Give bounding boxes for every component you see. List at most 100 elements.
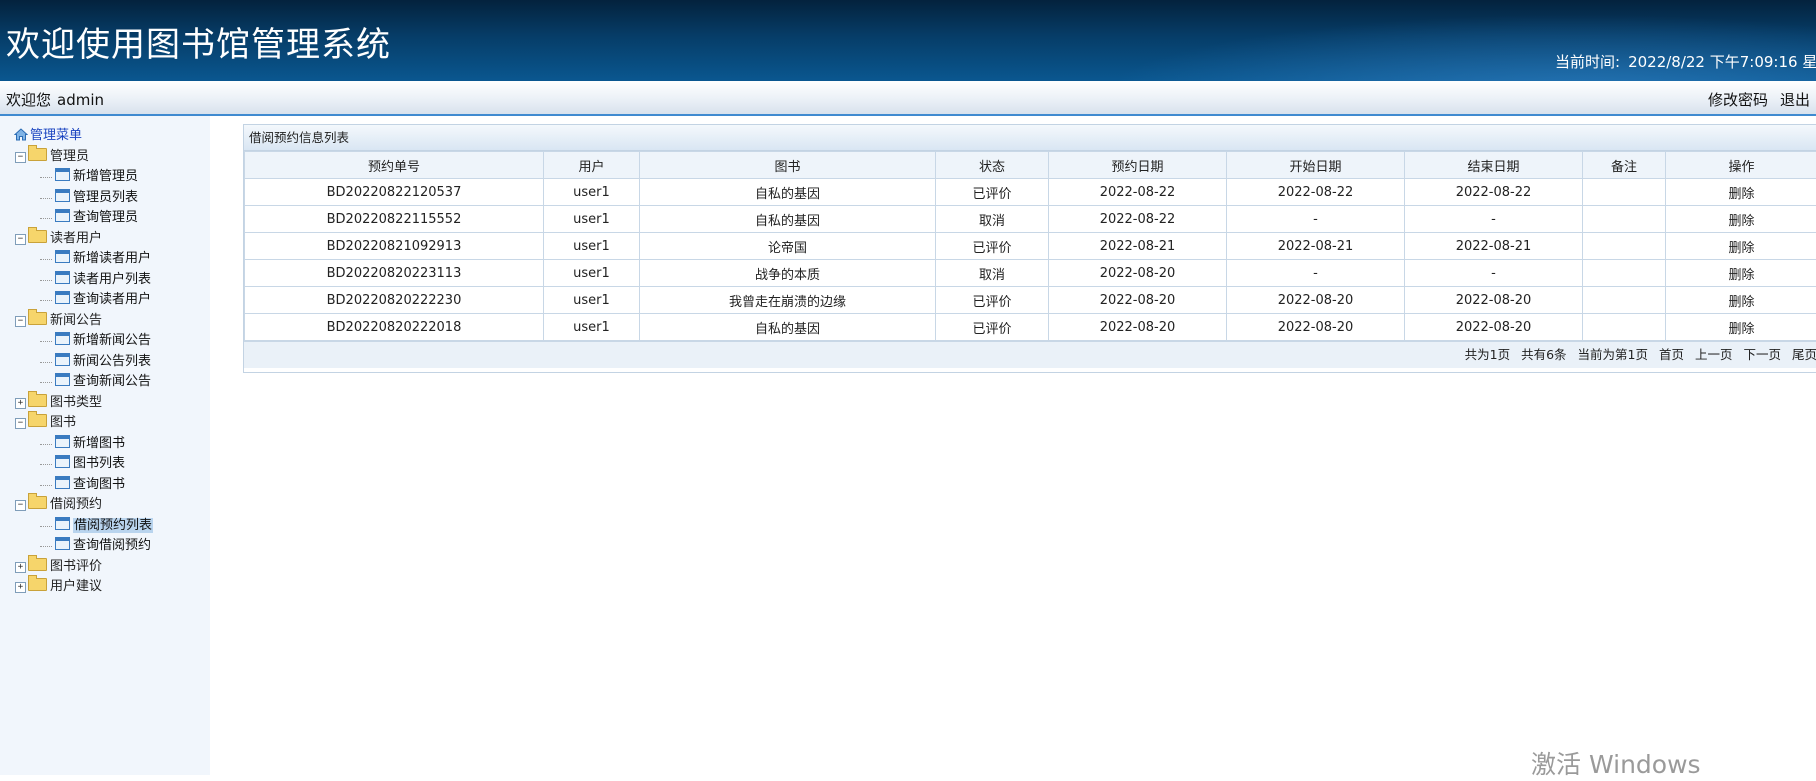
menu-item[interactable]: 新增新闻公告 [0, 331, 210, 352]
table-row: BD20220820222230user1我曾走在崩溃的边缘已评价2022-08… [245, 287, 1816, 314]
delete-link[interactable]: 删除 [1728, 322, 1754, 337]
menu-item[interactable]: 查询管理员 [0, 208, 210, 229]
menu-item[interactable]: 新闻公告列表 [0, 352, 210, 373]
expand-icon[interactable]: + [15, 582, 26, 593]
menu-item-label[interactable]: 新增读者用户 [73, 251, 151, 266]
action-cell: 删除 [1666, 206, 1816, 233]
delete-link[interactable]: 删除 [1728, 295, 1754, 310]
table-cell: 已评价 [936, 179, 1049, 206]
pager-prev[interactable]: 上一页 [1695, 347, 1733, 362]
delete-link[interactable]: 删除 [1728, 241, 1754, 256]
menu-item-label[interactable]: 查询读者用户 [73, 292, 151, 307]
menu-item[interactable]: 新增读者用户 [0, 249, 210, 270]
expand-icon[interactable]: + [15, 398, 26, 409]
menu-item[interactable]: 读者用户列表 [0, 270, 210, 291]
menu-item[interactable]: 查询借阅预约 [0, 536, 210, 557]
menu-group[interactable]: −新闻公告 [0, 311, 210, 332]
page-icon [55, 291, 70, 304]
menu-item[interactable]: 查询图书 [0, 475, 210, 496]
menu-group[interactable]: + 用户建议 [0, 577, 210, 598]
action-cell: 删除 [1666, 314, 1816, 341]
user-bar: 欢迎您admin 修改密码退出 [0, 81, 1816, 116]
collapse-icon[interactable]: − [15, 316, 26, 327]
table-cell: 自私的基因 [640, 206, 936, 233]
menu-item[interactable]: 新增图书 [0, 434, 210, 455]
logout-link[interactable]: 退出 [1780, 91, 1810, 109]
table-cell: 2022-08-20 [1405, 314, 1583, 341]
time-label: 当前时间: [1555, 53, 1620, 71]
pager-first[interactable]: 首页 [1659, 347, 1684, 362]
table-row: BD20220822120537user1自私的基因已评价2022-08-222… [245, 179, 1816, 206]
pager-next[interactable]: 下一页 [1743, 347, 1781, 362]
folder-icon [28, 394, 47, 407]
menu-group-label: 图书评价 [50, 559, 102, 574]
reservation-table: 预约单号用户图书状态预约日期开始日期结束日期备注操作 BD20220822120… [244, 151, 1816, 341]
table-cell: 2022-08-22 [1227, 179, 1405, 206]
table-cell: BD20220820222018 [245, 314, 544, 341]
table-cell: user1 [544, 233, 640, 260]
column-header: 预约日期 [1049, 152, 1227, 179]
menu-group[interactable]: + 图书评价 [0, 557, 210, 578]
expand-icon[interactable]: + [15, 562, 26, 573]
page-icon [55, 271, 70, 284]
menu-item-label[interactable]: 读者用户列表 [73, 272, 151, 287]
tree-connector [40, 382, 52, 383]
menu-item-label[interactable]: 新增管理员 [73, 169, 138, 184]
pager-last[interactable]: 尾页 [1792, 347, 1816, 362]
menu-item[interactable]: 新增管理员 [0, 167, 210, 188]
menu-group[interactable]: −借阅预约 [0, 495, 210, 516]
collapse-icon[interactable]: − [15, 500, 26, 511]
table-cell: user1 [544, 314, 640, 341]
menu-item-label[interactable]: 查询借阅预约 [73, 538, 151, 553]
menu-item[interactable]: 管理员列表 [0, 188, 210, 209]
tree-connector [40, 198, 52, 199]
delete-link[interactable]: 删除 [1728, 214, 1754, 229]
folder-icon [28, 558, 47, 571]
menu-item[interactable]: 图书列表 [0, 454, 210, 475]
menu-group[interactable]: +图书类型 [0, 393, 210, 414]
menu-item[interactable]: 查询新闻公告 [0, 372, 210, 393]
menu-item-label[interactable]: 查询新闻公告 [73, 374, 151, 389]
delete-link[interactable]: 删除 [1728, 187, 1754, 202]
table-cell: 2022-08-20 [1405, 287, 1583, 314]
tree-connector [40, 464, 52, 465]
table-cell: user1 [544, 179, 640, 206]
menu-item[interactable]: 借阅预约列表 [0, 516, 210, 537]
table-row: BD20220822115552user1自私的基因取消2022-08-22--… [245, 206, 1816, 233]
table-cell: 2022-08-20 [1049, 314, 1227, 341]
menu-item[interactable]: 查询读者用户 [0, 290, 210, 311]
table-cell: BD20220820222230 [245, 287, 544, 314]
menu-tree: 管理菜单 −管理员新增管理员管理员列表查询管理员 −读者用户新增读者用户读者用户列… [0, 126, 210, 598]
table-cell: 自私的基因 [640, 179, 936, 206]
collapse-icon[interactable]: − [15, 234, 26, 245]
menu-item-label[interactable]: 新增图书 [73, 436, 125, 451]
menu-root-label: 管理菜单 [30, 128, 82, 143]
table-body: BD20220822120537user1自私的基因已评价2022-08-222… [245, 179, 1816, 341]
tree-connector [40, 259, 52, 260]
delete-link[interactable]: 删除 [1728, 268, 1754, 283]
menu-item-label[interactable]: 借阅预约列表 [73, 518, 153, 533]
menu-item-label[interactable]: 新增新闻公告 [73, 333, 151, 348]
menu-group[interactable]: −图书 [0, 413, 210, 434]
menu-group[interactable]: −读者用户 [0, 229, 210, 250]
time-value: 2022/8/22 下午7:09:16 星 [1628, 53, 1816, 71]
collapse-icon[interactable]: − [15, 152, 26, 163]
menu-group-label: 用户建议 [50, 579, 102, 594]
table-cell: 论帝国 [640, 233, 936, 260]
current-time: 当前时间: 2022/8/22 下午7:09:16 星 [1555, 51, 1816, 72]
page-icon [55, 250, 70, 263]
folder-icon [28, 312, 47, 325]
menu-item-label[interactable]: 管理员列表 [73, 190, 138, 205]
menu-item-label[interactable]: 查询图书 [73, 477, 125, 492]
menu-item-label[interactable]: 新闻公告列表 [73, 354, 151, 369]
welcome-text: 欢迎您admin [6, 89, 104, 110]
menu-group[interactable]: −管理员 [0, 147, 210, 168]
collapse-icon[interactable]: − [15, 418, 26, 429]
change-password-link[interactable]: 修改密码 [1708, 91, 1768, 109]
tree-connector [40, 362, 52, 363]
table-cell: 已评价 [936, 314, 1049, 341]
folder-icon [28, 148, 47, 161]
menu-item-label[interactable]: 查询管理员 [73, 210, 138, 225]
menu-item-label[interactable]: 图书列表 [73, 456, 125, 471]
menu-root[interactable]: 管理菜单 [0, 126, 210, 147]
